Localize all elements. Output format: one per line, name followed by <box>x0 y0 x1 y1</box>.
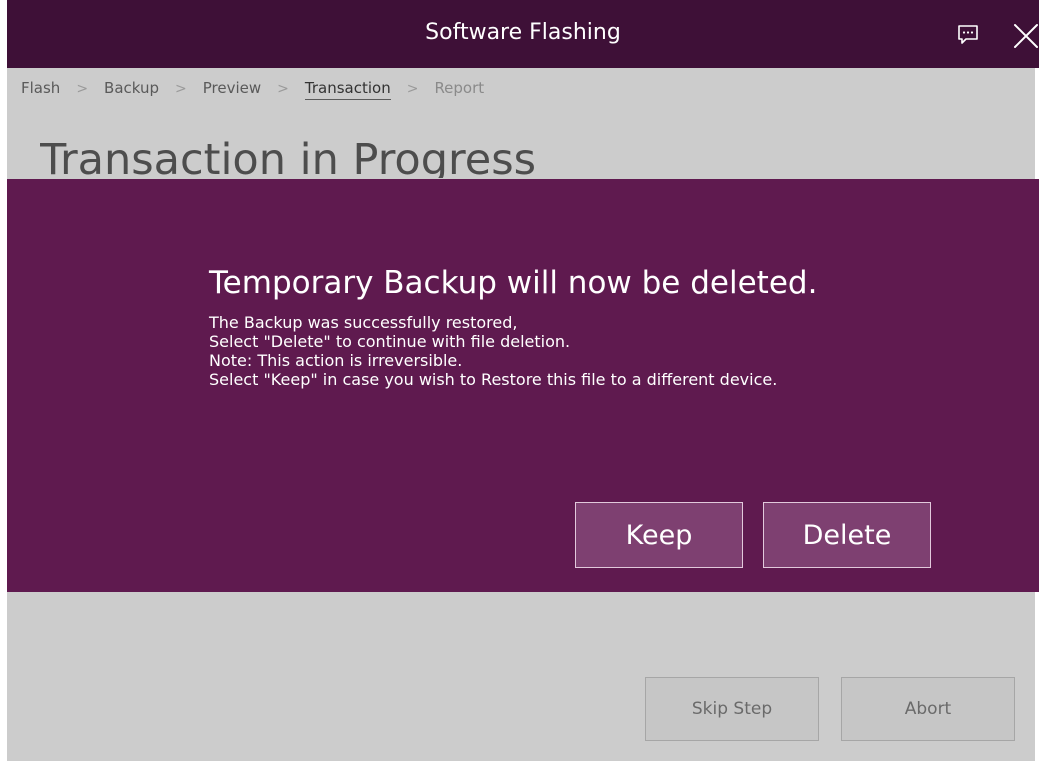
keep-button[interactable]: Keep <box>575 502 743 568</box>
window-title: Software Flashing <box>425 20 621 45</box>
dialog-message-line: Note: This action is irreversible. <box>209 351 463 370</box>
delete-button[interactable]: Delete <box>763 502 931 568</box>
dialog-heading: Temporary Backup will now be deleted. <box>209 265 818 301</box>
dialog-message: The Backup was successfully restored, Se… <box>209 313 849 389</box>
page-title: Transaction in Progress <box>40 135 537 178</box>
breadcrumb-preview[interactable]: Preview <box>203 79 261 97</box>
breadcrumb-separator: > <box>76 81 89 97</box>
feedback-icon[interactable] <box>957 24 979 46</box>
breadcrumb-report: Report <box>434 79 485 97</box>
confirmation-dialog: Temporary Backup will now be deleted. Th… <box>7 179 1039 592</box>
app-window: Software Flashing Flash > Backup > Preview > T… <box>0 0 1039 761</box>
skip-step-button[interactable]: Skip Step <box>645 677 819 741</box>
breadcrumb: Flash > Backup > Preview > Transaction > Report <box>21 79 484 101</box>
dialog-message-line: The Backup was successfully restored, <box>209 313 518 332</box>
breadcrumb-separator: > <box>277 81 289 97</box>
breadcrumb-backup[interactable]: Backup <box>104 79 159 97</box>
dialog-message-line: Select "Keep" in case you wish to Restor… <box>209 370 778 389</box>
breadcrumb-flash[interactable]: Flash <box>21 79 60 97</box>
window-edge-left <box>0 0 7 761</box>
breadcrumb-separator: > <box>175 81 187 97</box>
close-icon[interactable] <box>1012 22 1039 50</box>
title-bar: Software Flashing <box>7 0 1039 68</box>
breadcrumb-separator: > <box>406 81 419 97</box>
dialog-message-line: Select "Delete" to continue with file de… <box>209 332 571 351</box>
abort-button[interactable]: Abort <box>841 677 1015 741</box>
breadcrumb-transaction[interactable]: Transaction <box>304 79 391 100</box>
